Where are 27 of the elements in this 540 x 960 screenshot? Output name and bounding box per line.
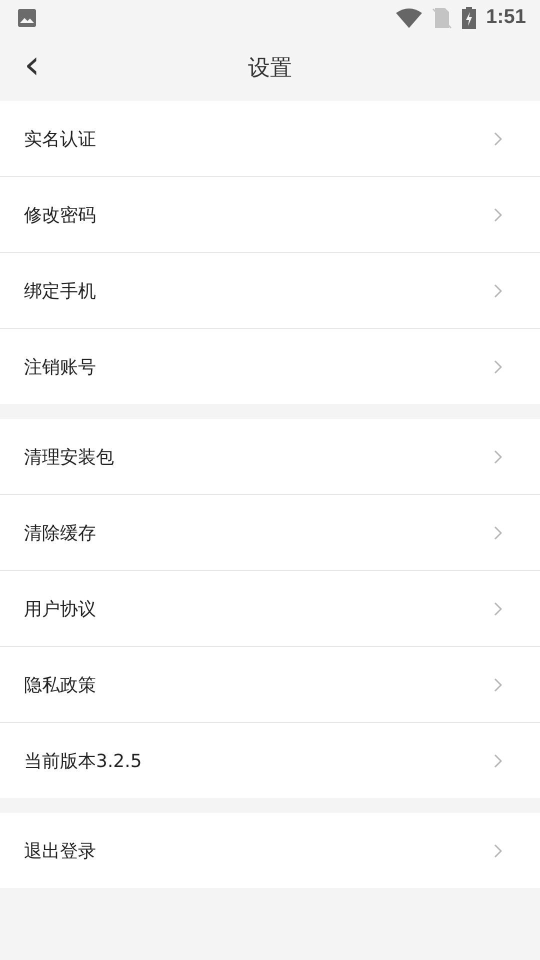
settings-item[interactable]: 用户协议 xyxy=(0,571,540,647)
chevron-right-icon xyxy=(494,208,502,222)
chevron-right-icon xyxy=(494,526,502,540)
settings-item[interactable]: 当前版本3.2.5 xyxy=(0,723,540,798)
settings-item[interactable]: 退出登录 xyxy=(0,813,540,888)
chevron-right-icon xyxy=(494,844,502,858)
settings-item[interactable]: 修改密码 xyxy=(0,177,540,253)
clock-time: 1:51 xyxy=(486,6,526,29)
settings-item[interactable]: 实名认证 xyxy=(0,101,540,177)
chevron-right-icon xyxy=(494,284,502,298)
no-sim-icon xyxy=(432,6,452,28)
chevron-right-icon xyxy=(494,450,502,464)
chevron-right-icon xyxy=(494,602,502,616)
chevron-right-icon xyxy=(494,360,502,374)
settings-item[interactable]: 隐私政策 xyxy=(0,647,540,723)
page-title: 设置 xyxy=(248,55,292,83)
settings-item[interactable]: 注销账号 xyxy=(0,329,540,404)
chevron-right-icon xyxy=(494,678,502,692)
chevron-right-icon xyxy=(494,132,502,146)
settings-item[interactable]: 清除缓存 xyxy=(0,495,540,571)
image-icon xyxy=(17,8,37,28)
settings-item[interactable]: 清理安装包 xyxy=(0,419,540,495)
wifi-icon xyxy=(396,8,422,28)
battery-icon xyxy=(462,6,476,28)
chevron-right-icon xyxy=(494,754,502,768)
back-button[interactable]: ‹ xyxy=(18,45,46,85)
settings-item[interactable]: 绑定手机 xyxy=(0,253,540,329)
